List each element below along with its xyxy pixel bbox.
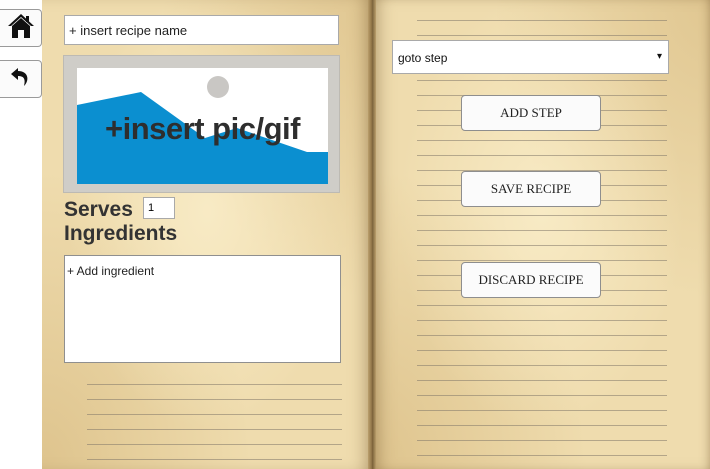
- book-spine: [368, 0, 376, 469]
- picture-upload[interactable]: +insert pic/gif: [63, 55, 340, 193]
- serves-label: Serves: [64, 198, 133, 221]
- goto-step-select[interactable]: goto step ▾: [392, 40, 669, 74]
- chevron-down-icon: ▾: [656, 51, 662, 62]
- page-lines: [87, 370, 342, 462]
- picture-placeholder: +insert pic/gif: [77, 68, 328, 184]
- home-icon: [7, 13, 35, 44]
- home-button[interactable]: [0, 9, 42, 47]
- add-step-button[interactable]: ADD STEP: [461, 95, 601, 131]
- ingredient-input[interactable]: [64, 255, 341, 363]
- undo-arrow-icon: [9, 65, 33, 94]
- goto-step-value: goto step: [398, 51, 448, 65]
- back-button[interactable]: [0, 60, 42, 98]
- ingredients-heading: Ingredients: [64, 222, 178, 245]
- sun-shape: [207, 76, 229, 98]
- recipe-name-input[interactable]: [64, 15, 339, 45]
- save-recipe-button[interactable]: SAVE RECIPE: [461, 171, 601, 207]
- picture-label: +insert pic/gif: [105, 111, 300, 146]
- discard-recipe-button[interactable]: DISCARD RECIPE: [461, 262, 601, 298]
- serves-input[interactable]: [143, 197, 175, 219]
- page-lines: [417, 6, 667, 462]
